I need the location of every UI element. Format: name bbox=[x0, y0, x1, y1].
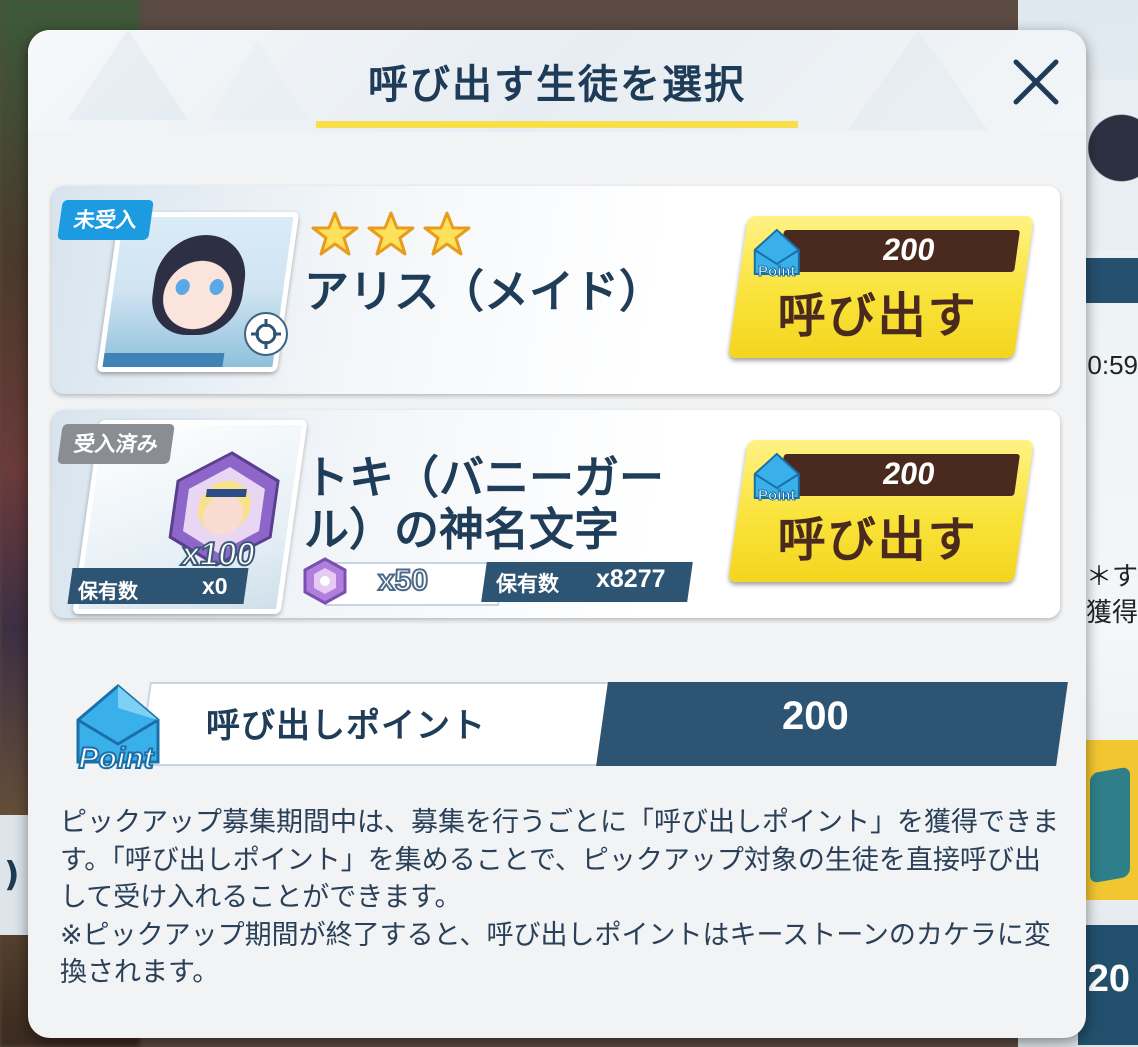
star-icon bbox=[311, 211, 359, 256]
eleph-gem-icon bbox=[303, 557, 347, 605]
call-points-bar: Point 呼び出しポイント 200 bbox=[60, 678, 1070, 774]
eleph-cost: x50 bbox=[377, 563, 429, 598]
eleph-owned-label: 保有数 bbox=[496, 572, 559, 596]
call-button-label: 呼び出す bbox=[777, 512, 978, 568]
eleph-cost-row: x50 保有数 x8277 bbox=[300, 556, 693, 606]
status-badge: 受入済み bbox=[57, 424, 175, 464]
student-card-alice[interactable]: 未受入 アリス（メイド） Point 200 呼び出す bbox=[52, 186, 1060, 394]
call-button[interactable]: Point 200 呼び出す bbox=[728, 216, 1034, 358]
call-cost: 200 bbox=[880, 456, 938, 491]
close-icon bbox=[1013, 59, 1059, 105]
background-timer-text: 0:59 bbox=[1087, 350, 1138, 380]
call-button-label: 呼び出す bbox=[777, 288, 978, 344]
call-points-value: 200 bbox=[782, 694, 849, 738]
owned-value: x0 bbox=[202, 573, 228, 599]
owned-label: 保有数 bbox=[78, 579, 138, 603]
point-envelope-icon: Point bbox=[753, 452, 800, 504]
title-underline bbox=[316, 121, 798, 128]
background-value-text: 20 bbox=[1087, 958, 1130, 1000]
background-book bbox=[1090, 766, 1130, 884]
portrait-face bbox=[146, 235, 252, 335]
eleph-owned-value: x8277 bbox=[596, 565, 666, 593]
point-icon-text: Point bbox=[79, 742, 156, 774]
student-card-toki[interactable]: x100 保有数 x0 受入済み トキ（バニーガール）の神名文字 x50 保有数… bbox=[52, 410, 1060, 618]
call-button[interactable]: Point 200 呼び出す bbox=[728, 440, 1034, 582]
background-left-text: ) bbox=[4, 855, 20, 895]
select-student-dialog: 呼び出す生徒を選択 未受入 アリス（メイド） Point 200 呼び出す x1… bbox=[28, 30, 1086, 1038]
background-note-text: ＊す bbox=[1085, 561, 1138, 591]
point-envelope-icon: Point bbox=[76, 684, 160, 774]
description-paragraph: ピックアップ募集期間中は、募集を行うごとに「呼び出しポイント」を獲得できます。「… bbox=[60, 807, 1059, 913]
star-icon bbox=[367, 211, 415, 256]
call-cost: 200 bbox=[880, 232, 938, 267]
crosshair-icon[interactable] bbox=[244, 312, 288, 356]
background-character bbox=[1080, 80, 1138, 250]
star-rating bbox=[310, 210, 472, 258]
portrait-bar bbox=[102, 353, 225, 367]
call-points-label: 呼び出しポイント bbox=[206, 706, 486, 746]
student-name: トキ（バニーガール）の神名文字 bbox=[304, 451, 665, 556]
status-badge: 未受入 bbox=[57, 200, 154, 240]
point-envelope-icon: Point bbox=[753, 228, 800, 280]
description-note: ※ピックアップ期間が終了すると、呼び出しポイントはキーストーンのカケラに変換され… bbox=[60, 919, 1051, 989]
dialog-title: 呼び出す生徒を選択 bbox=[368, 62, 746, 108]
close-button[interactable] bbox=[1008, 54, 1064, 110]
background-bar bbox=[1078, 258, 1138, 303]
description-text: ピックアップ募集期間中は、募集を行うごとに「呼び出しポイント」を獲得できます。「… bbox=[60, 804, 1060, 992]
star-icon bbox=[423, 211, 471, 256]
student-name: アリス（メイド） bbox=[304, 265, 665, 318]
background-note-text-2: 獲得 bbox=[1085, 597, 1138, 627]
